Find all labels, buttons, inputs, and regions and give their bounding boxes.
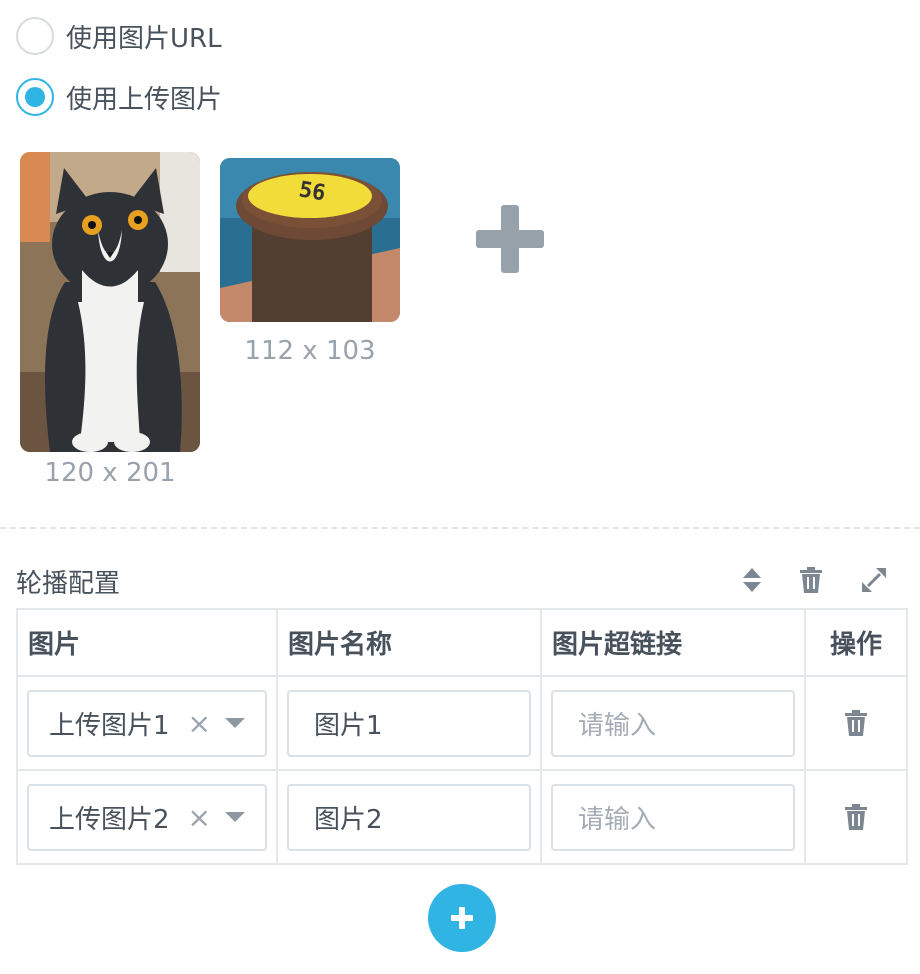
image-select-value: 上传图片1 [49, 710, 170, 741]
image-name-input[interactable]: 图片2 [287, 783, 531, 851]
radio-use-image-url[interactable]: 使用图片URL [16, 16, 222, 56]
divider [0, 527, 920, 529]
delete-row-button[interactable] [815, 803, 897, 831]
image-select[interactable]: 上传图片2 × [27, 783, 267, 851]
expand-icon[interactable] [860, 566, 888, 594]
svg-text:56: 56 [297, 177, 327, 206]
section-title: 轮播配置 [16, 569, 121, 599]
radio-use-uploaded-image[interactable]: 使用上传图片 [16, 77, 222, 117]
image-size-label: 120 x 201 [44, 458, 176, 488]
sort-icon[interactable] [738, 566, 766, 594]
column-header-link: 图片超链接 [540, 608, 806, 677]
radio-label-image-url: 使用图片URL [66, 23, 222, 54]
table-row: 上传图片2 × 图片2 请输入 [16, 769, 908, 865]
carousel-config-table: 图片 图片名称 图片超链接 操作 上传图片1 × 图片1 请输入 上传图片2 ×… [16, 608, 908, 865]
clear-icon[interactable]: × [188, 707, 211, 740]
radio-circle-checked[interactable] [16, 78, 54, 116]
add-row-button[interactable] [428, 884, 496, 952]
image-link-input[interactable]: 请输入 [551, 783, 795, 851]
uploaded-image-cat[interactable] [20, 152, 200, 452]
table-header-row: 图片 图片名称 图片超链接 操作 [16, 608, 908, 677]
radio-label-uploaded-image: 使用上传图片 [66, 84, 223, 115]
trash-icon [845, 804, 867, 830]
clear-icon[interactable]: × [188, 801, 211, 834]
add-image-button[interactable] [476, 205, 544, 273]
table-row: 上传图片1 × 图片1 请输入 [16, 675, 908, 771]
image-name-input[interactable]: 图片1 [287, 689, 531, 757]
column-header-name: 图片名称 [276, 608, 542, 677]
image-link-input[interactable]: 请输入 [551, 689, 795, 757]
trash-icon[interactable] [797, 566, 825, 594]
column-header-actions: 操作 [804, 608, 908, 677]
image-select[interactable]: 上传图片1 × [27, 689, 267, 757]
column-header-image: 图片 [16, 608, 278, 677]
radio-circle[interactable] [16, 17, 54, 55]
delete-row-button[interactable] [815, 709, 897, 737]
uploaded-image-bollard[interactable]: 56 [220, 158, 400, 322]
chevron-down-icon[interactable] [225, 718, 245, 728]
chevron-down-icon[interactable] [225, 812, 245, 822]
image-size-label: 112 x 103 [244, 336, 376, 366]
trash-icon [845, 710, 867, 736]
image-select-value: 上传图片2 [49, 804, 170, 835]
